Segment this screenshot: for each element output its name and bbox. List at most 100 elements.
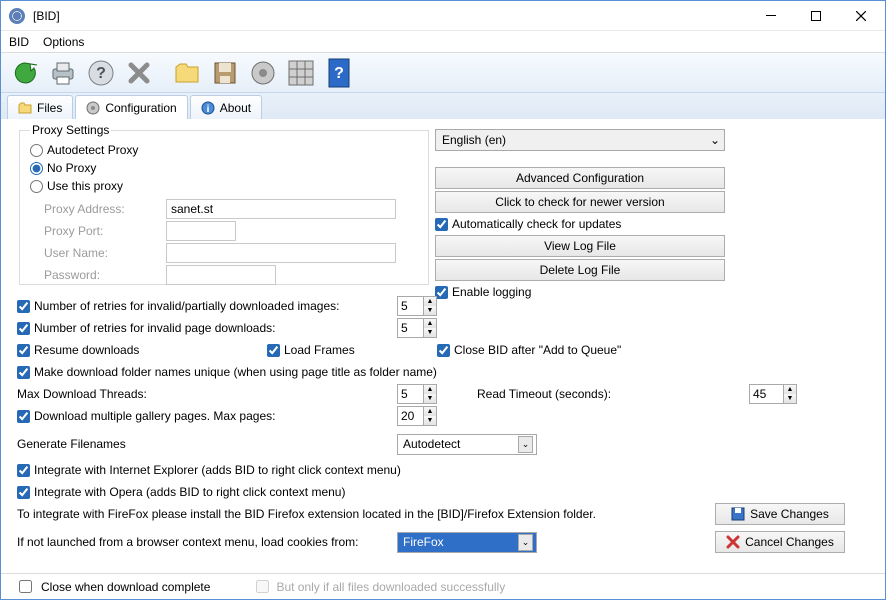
advanced-config-label: Advanced Configuration xyxy=(516,171,644,185)
cancel-changes-button[interactable]: Cancel Changes xyxy=(715,531,845,553)
radio-usethis[interactable] xyxy=(30,180,43,193)
close-when-done-label: Close when download complete xyxy=(41,580,210,594)
auto-update-checkbox[interactable] xyxy=(435,218,448,231)
maximize-button[interactable] xyxy=(793,2,838,30)
cookies-value: FireFox xyxy=(403,535,444,549)
proxy-pass-label: Password: xyxy=(44,265,154,285)
spin-up-icon[interactable]: ▲ xyxy=(424,407,436,416)
proxy-address-input[interactable] xyxy=(166,199,396,219)
tab-config-label: Configuration xyxy=(105,101,176,115)
integrate-opera-checkbox[interactable] xyxy=(17,486,30,499)
gen-filenames-dropdown[interactable]: Autodetect⌄ xyxy=(397,434,537,455)
cancel-changes-label: Cancel Changes xyxy=(745,535,834,549)
tab-about[interactable]: i About xyxy=(190,95,262,119)
save-changes-button[interactable]: Save Changes xyxy=(715,503,845,525)
gear-icon[interactable] xyxy=(245,55,281,91)
proxy-port-input[interactable] xyxy=(166,221,236,241)
read-timeout-spinner[interactable]: ▲▼ xyxy=(749,384,797,404)
help-icon[interactable]: ? xyxy=(83,55,119,91)
about-icon[interactable]: ? xyxy=(321,55,357,91)
multi-gallery-input[interactable] xyxy=(397,406,423,426)
integrate-ie-label: Integrate with Internet Explorer (adds B… xyxy=(34,463,401,477)
close-when-done-checkbox[interactable] xyxy=(19,580,32,593)
svg-text:i: i xyxy=(206,104,209,115)
grid-icon[interactable] xyxy=(283,55,319,91)
spin-up-icon[interactable]: ▲ xyxy=(424,297,436,306)
view-log-button[interactable]: View Log File xyxy=(435,235,725,257)
retries-page-checkbox[interactable] xyxy=(17,322,30,335)
radio-noproxy-label: No Proxy xyxy=(47,161,96,175)
max-threads-label: Max Download Threads: xyxy=(17,387,147,401)
tab-about-label: About xyxy=(220,101,251,115)
app-icon xyxy=(9,8,25,24)
resume-checkbox[interactable] xyxy=(17,344,30,357)
printer-icon[interactable] xyxy=(45,55,81,91)
read-timeout-label: Read Timeout (seconds): xyxy=(477,387,611,401)
retries-img-spinner[interactable]: ▲▼ xyxy=(397,296,437,316)
spin-down-icon[interactable]: ▼ xyxy=(424,394,436,403)
firefox-note: To integrate with FireFox please install… xyxy=(17,507,596,521)
max-threads-spinner[interactable]: ▲▼ xyxy=(397,384,437,404)
multi-gallery-checkbox[interactable] xyxy=(17,410,30,423)
proxy-pass-input[interactable] xyxy=(166,265,276,285)
titlebar: [BID] xyxy=(1,1,885,31)
refresh-icon[interactable] xyxy=(7,55,43,91)
max-threads-input[interactable] xyxy=(397,384,423,404)
retries-img-checkbox[interactable] xyxy=(17,300,30,313)
retries-img-label: Number of retries for invalid/partially … xyxy=(34,299,339,313)
config-panel: Proxy Settings Autodetect Proxy No Proxy… xyxy=(1,119,885,575)
retries-page-input[interactable] xyxy=(397,318,423,338)
radio-autodetect[interactable] xyxy=(30,144,43,157)
delete-log-button[interactable]: Delete Log File xyxy=(435,259,725,281)
minimize-button[interactable] xyxy=(748,2,793,30)
advanced-config-button[interactable]: Advanced Configuration xyxy=(435,167,725,189)
proxy-user-label: User Name: xyxy=(44,243,154,263)
unique-folders-checkbox[interactable] xyxy=(17,366,30,379)
svg-text:?: ? xyxy=(96,65,106,82)
close-button[interactable] xyxy=(838,2,883,30)
folder-small-icon xyxy=(18,101,32,115)
radio-usethis-label: Use this proxy xyxy=(47,179,123,193)
gear-small-icon xyxy=(86,101,100,115)
spin-down-icon[interactable]: ▼ xyxy=(424,306,436,315)
cookies-dropdown[interactable]: FireFox⌄ xyxy=(397,532,537,553)
retries-img-input[interactable] xyxy=(397,296,423,316)
spin-up-icon[interactable]: ▲ xyxy=(424,319,436,328)
auto-update-label: Automatically check for updates xyxy=(452,217,621,231)
proxy-user-input[interactable] xyxy=(166,243,396,263)
unique-folders-label: Make download folder names unique (when … xyxy=(34,365,437,379)
retries-page-label: Number of retries for invalid page downl… xyxy=(34,321,275,335)
spin-up-icon[interactable]: ▲ xyxy=(784,385,796,394)
integrate-ie-checkbox[interactable] xyxy=(17,464,30,477)
radio-noproxy[interactable] xyxy=(30,162,43,175)
resume-label: Resume downloads xyxy=(34,343,139,357)
info-small-icon: i xyxy=(201,101,215,115)
spin-down-icon[interactable]: ▼ xyxy=(424,328,436,337)
spin-up-icon[interactable]: ▲ xyxy=(424,385,436,394)
gen-filenames-label: Generate Filenames xyxy=(17,437,126,451)
tab-files[interactable]: Files xyxy=(7,95,73,119)
toolbar: ? ? xyxy=(1,53,885,93)
language-dropdown[interactable]: English (en) ⌄ xyxy=(435,129,725,151)
folder-icon[interactable] xyxy=(169,55,205,91)
svg-text:?: ? xyxy=(334,65,344,82)
read-timeout-input[interactable] xyxy=(749,384,783,404)
spin-down-icon[interactable]: ▼ xyxy=(424,416,436,425)
proxy-settings-group: Proxy Settings Autodetect Proxy No Proxy… xyxy=(19,123,429,285)
multi-gallery-spinner[interactable]: ▲▼ xyxy=(397,406,437,426)
spin-down-icon[interactable]: ▼ xyxy=(784,394,796,403)
close-icon[interactable] xyxy=(121,55,157,91)
save-changes-label: Save Changes xyxy=(750,507,829,521)
close-after-queue-checkbox[interactable] xyxy=(437,344,450,357)
load-frames-label: Load Frames xyxy=(284,343,355,357)
statusbar: Close when download complete But only if… xyxy=(1,573,885,599)
menu-bid[interactable]: BID xyxy=(9,35,29,49)
cookies-label: If not launched from a browser context m… xyxy=(17,535,359,549)
menu-options[interactable]: Options xyxy=(43,35,84,49)
tab-configuration[interactable]: Configuration xyxy=(75,95,187,119)
check-update-button[interactable]: Click to check for newer version xyxy=(435,191,725,213)
load-frames-checkbox[interactable] xyxy=(267,344,280,357)
save-icon[interactable] xyxy=(207,55,243,91)
retries-page-spinner[interactable]: ▲▼ xyxy=(397,318,437,338)
delete-log-label: Delete Log File xyxy=(540,263,621,277)
